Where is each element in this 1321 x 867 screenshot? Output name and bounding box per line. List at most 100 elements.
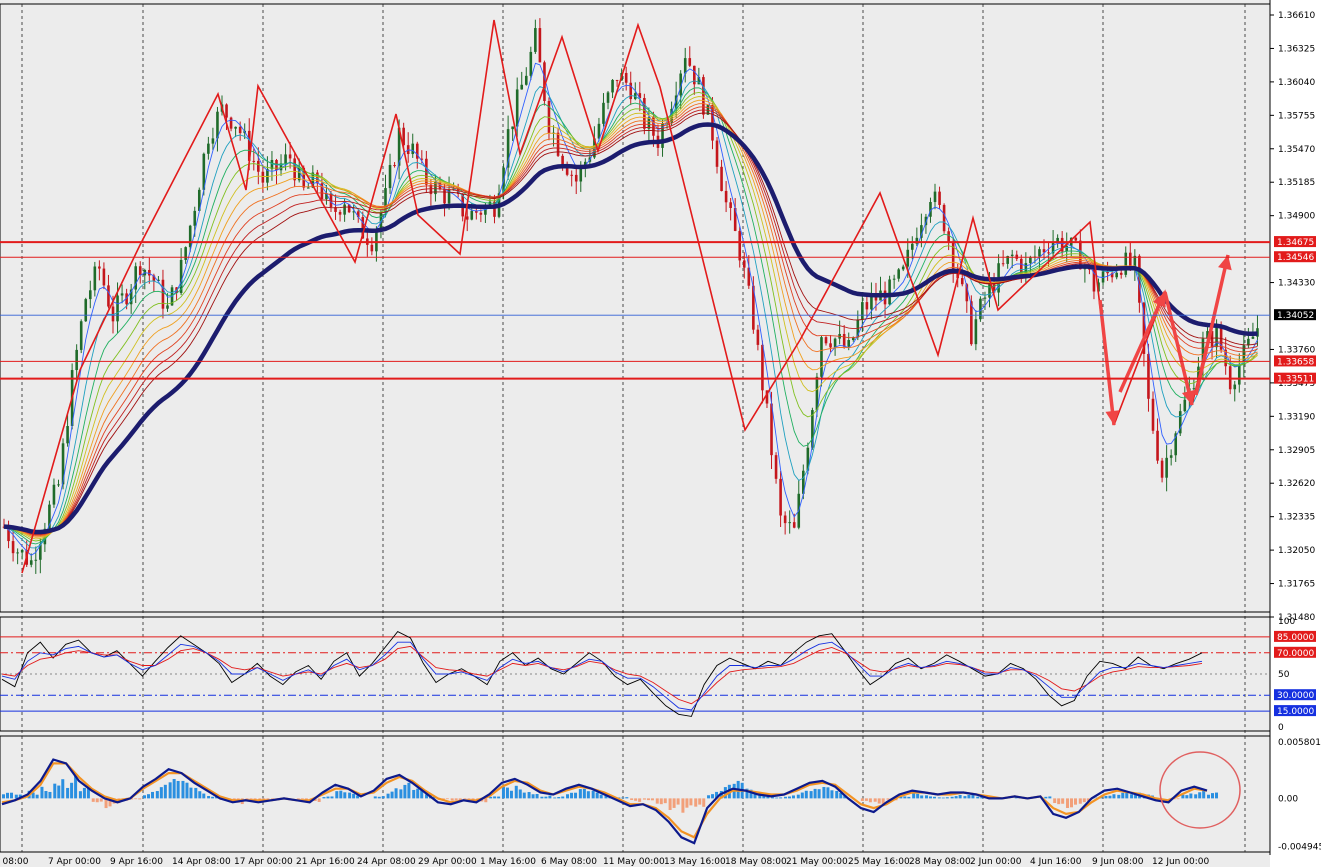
candle-body — [615, 79, 619, 81]
macd-histogram-bar — [835, 791, 839, 799]
macd-histogram-bar — [1048, 796, 1052, 799]
candle-body — [20, 549, 24, 553]
candle-body — [1160, 460, 1164, 478]
candle-body — [57, 484, 60, 486]
candle-body — [538, 28, 542, 63]
macd-histogram-bar — [950, 796, 954, 799]
macd-histogram-bar — [685, 798, 689, 808]
candle-body — [742, 260, 746, 268]
candle-body — [1237, 364, 1241, 385]
x-tick-label: 24 Apr 08:00 — [357, 857, 416, 867]
candle-body — [229, 117, 233, 129]
macd-histogram-bar — [586, 791, 590, 799]
macd-histogram-bar — [941, 797, 945, 799]
candle-body — [52, 484, 56, 505]
macd-histogram-bar — [445, 798, 449, 800]
candle-body — [1192, 388, 1196, 390]
macd-histogram-bar — [1104, 795, 1108, 799]
x-tick-label: r 08:00 — [0, 857, 29, 867]
macd-histogram-bar — [663, 798, 667, 804]
macd-y-tick-label: 0.0058016 — [1278, 738, 1321, 748]
price-level-tag-label: 1.34675 — [1277, 238, 1314, 248]
x-tick-label: 9 Apr 16:00 — [110, 857, 163, 867]
macd-histogram-bar — [185, 782, 189, 799]
macd-histogram-bar — [582, 788, 586, 799]
candle-body — [343, 204, 346, 215]
macd-histogram-bar — [672, 798, 676, 808]
macd-histogram-bar — [527, 792, 531, 799]
candle-body — [1128, 252, 1132, 268]
x-tick-label: 14 Apr 08:00 — [172, 857, 231, 867]
candle-body — [511, 126, 514, 130]
macd-histogram-bar — [937, 797, 941, 799]
macd-histogram-bar — [134, 798, 138, 800]
macd-histogram-bar — [181, 780, 185, 799]
candle-body — [102, 268, 106, 286]
macd-histogram-bar — [826, 787, 830, 799]
candle-body — [1165, 457, 1168, 478]
macd-histogram-bar — [634, 798, 638, 801]
macd-histogram-bar — [91, 798, 95, 802]
candle-body — [225, 104, 228, 118]
candle-body — [306, 187, 310, 189]
candle-body — [284, 154, 287, 164]
x-tick-label: 13 May 16:00 — [664, 857, 726, 867]
macd-histogram-bar — [1211, 793, 1214, 799]
candle-body — [606, 92, 610, 103]
candle-body — [120, 293, 124, 296]
x-tick-label: 6 May 08:00 — [541, 857, 597, 867]
macd-histogram-bar — [1082, 798, 1086, 803]
macd-histogram-bar — [300, 798, 304, 800]
x-tick-label: 1 May 16:00 — [480, 857, 536, 867]
macd-histogram-bar — [381, 796, 385, 799]
candle-body — [602, 102, 605, 124]
macd-histogram-bar — [335, 791, 339, 799]
macd-histogram-bar — [698, 798, 702, 805]
macd-histogram-bar — [1069, 798, 1073, 808]
candle-body — [234, 126, 237, 129]
macd-histogram-bar — [822, 786, 826, 799]
candle-body — [293, 158, 296, 181]
macd-histogram-bar — [566, 794, 570, 799]
macd-histogram-bar — [540, 796, 544, 799]
chart-canvas: r 08:00 7 Apr 00:00 9 Apr 16:00 14 Apr 08:0… — [0, 0, 1321, 867]
macd-histogram-bar — [1185, 795, 1189, 799]
candle-body — [88, 290, 92, 300]
macd-histogram-bar — [1065, 798, 1069, 809]
candle-body — [524, 75, 528, 85]
macd-histogram-bar — [44, 791, 48, 799]
osc-level-tag-label: 85.0000 — [1277, 633, 1314, 643]
y-tick-label: 1.32620 — [1278, 479, 1315, 489]
candle-body — [166, 305, 169, 309]
macd-histogram-bar — [1176, 798, 1180, 800]
candle-body — [1119, 272, 1123, 275]
y-tick-label: 1.35470 — [1278, 145, 1315, 155]
candle-body — [574, 174, 578, 182]
macd-histogram-bar — [343, 792, 347, 799]
macd-histogram-bar — [78, 791, 82, 799]
y-tick-label: 1.32905 — [1278, 446, 1315, 456]
y-tick-label: 1.36610 — [1278, 11, 1315, 21]
x-tick-label: 7 Apr 00:00 — [48, 857, 101, 867]
candle-body — [611, 79, 614, 93]
candle-body — [393, 165, 396, 167]
candle-body — [520, 84, 524, 90]
macd-histogram-bar — [14, 794, 18, 799]
macd-histogram-bar — [800, 792, 804, 799]
macd-histogram-bar — [61, 779, 65, 799]
candle-body — [942, 204, 946, 232]
macd-histogram-bar — [864, 798, 868, 801]
macd-histogram-bar — [873, 798, 877, 802]
macd-histogram-bar — [399, 789, 403, 799]
macd-histogram-bar — [578, 789, 582, 799]
candle-body — [529, 51, 533, 76]
macd-histogram-bar — [1189, 793, 1193, 799]
macd-histogram-bar — [676, 798, 680, 805]
price-level-tag-label: 1.33658 — [1277, 357, 1314, 367]
candle-body — [761, 344, 764, 391]
candle-body — [892, 278, 896, 280]
macd-histogram-bar — [66, 787, 70, 799]
candle-body — [983, 297, 987, 299]
candle-body — [829, 343, 832, 348]
osc-level-tag-label: 70.0000 — [1277, 649, 1314, 659]
